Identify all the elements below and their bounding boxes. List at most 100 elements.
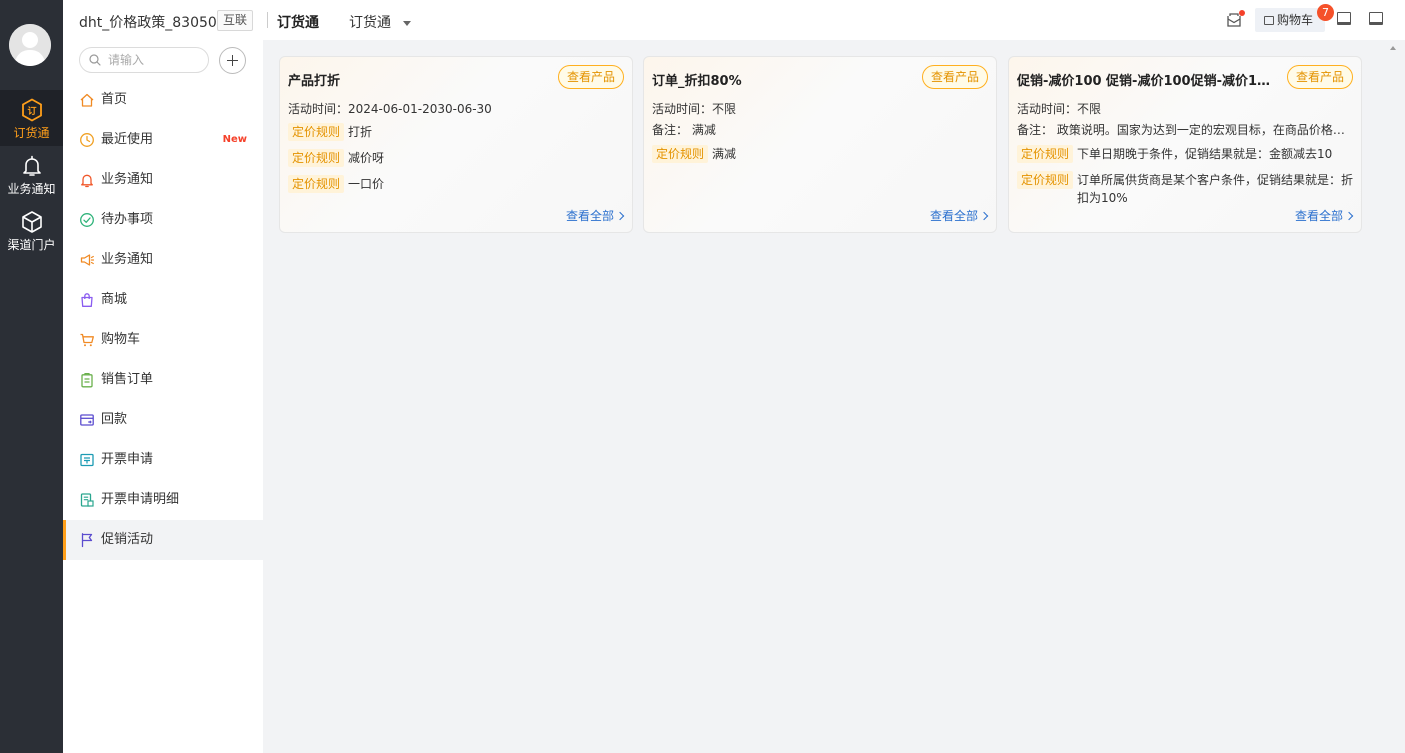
- view-all-link[interactable]: 查看全部: [565, 207, 625, 224]
- promotion-card[interactable]: 产品打折 查看产品 活动时间：2024-06-01-2030-06-30 定价规…: [279, 56, 633, 233]
- sidebar-item-cart[interactable]: 购物车: [63, 320, 263, 360]
- sidebar-item-announcement[interactable]: 业务通知: [63, 240, 263, 280]
- cart-button[interactable]: 购物车: [1255, 8, 1325, 32]
- rail-item-ding-huo-tong[interactable]: 订 订货通: [0, 90, 63, 146]
- menu-list: 首页 最近使用 New 业务通知 待办事项 业务通知 商城 购物车 销售订单 回…: [63, 80, 263, 560]
- sidebar-item-invoice-detail[interactable]: 开票申请明细: [63, 480, 263, 520]
- caret-down-icon: [403, 20, 411, 26]
- app-switcher-label: 订货通: [349, 15, 391, 31]
- check-circle-icon: [80, 213, 94, 227]
- app-switcher[interactable]: 订货通: [349, 12, 411, 32]
- activity-time: 活动时间：不限: [1017, 102, 1102, 116]
- view-all-link[interactable]: 查看全部: [929, 207, 989, 224]
- cube-icon: [21, 211, 42, 233]
- pricing-rule: 定价规则 订单所属供货商是某个客户条件，促销结果就是：折扣为10%: [1017, 171, 1353, 207]
- rule-text: 一口价: [348, 177, 385, 191]
- add-button[interactable]: [219, 47, 246, 74]
- search-box[interactable]: [79, 47, 209, 73]
- unread-dot: [1239, 10, 1245, 16]
- view-all-label: 查看全部: [929, 209, 978, 223]
- rule-text: 满减: [712, 147, 737, 161]
- rule-tag: 定价规则: [652, 145, 709, 163]
- clock-icon: [80, 133, 94, 147]
- pricing-rule: 定价规则 一口价: [288, 175, 628, 193]
- sidebar-item-promotion[interactable]: 促销活动: [63, 520, 263, 560]
- window-maximize-button[interactable]: [1369, 12, 1383, 25]
- bell-icon: [81, 174, 93, 188]
- pricing-rule: 定价规则 减价呀: [288, 149, 628, 167]
- megaphone-icon: [80, 254, 95, 266]
- sidebar: 首页 最近使用 New 业务通知 待办事项 业务通知 商城 购物车: [63, 40, 263, 753]
- main-content: 产品打折 查看产品 活动时间：2024-06-01-2030-06-30 定价规…: [263, 40, 1405, 753]
- view-all-label: 查看全部: [1294, 209, 1343, 223]
- promotion-card[interactable]: 订单_折扣80% 查看产品 活动时间：不限 备注： 满减 定价规则 满减 查看全部: [643, 56, 997, 233]
- sidebar-item-label: 开票申请: [101, 452, 154, 467]
- sidebar-item-label: 促销活动: [101, 532, 154, 547]
- rule-text: 减价呀: [348, 151, 385, 165]
- sidebar-item-payment[interactable]: 回款: [63, 400, 263, 440]
- message-icon[interactable]: [1225, 10, 1245, 29]
- pricing-rule: 定价规则 满减: [652, 145, 992, 163]
- sidebar-item-recent[interactable]: 最近使用 New: [63, 120, 263, 160]
- sidebar-item-label: 回款: [101, 412, 128, 427]
- promotion-card[interactable]: 促销-减价100 促销-减价100促销-减价100促销-减价100 查看产品 活…: [1008, 56, 1362, 233]
- view-products-button[interactable]: 查看产品: [921, 65, 988, 89]
- card-title: 促销-减价100 促销-减价100促销-减价100促销-减价100: [1017, 74, 1279, 89]
- user-silhouette-icon: [9, 24, 51, 66]
- rule-text: 打折: [348, 125, 373, 139]
- cart-icon: [80, 333, 94, 347]
- rule-text: 订单所属供货商是某个客户条件，促销结果就是：折扣为10%: [1077, 173, 1354, 205]
- chevron-right-icon: [979, 211, 989, 221]
- sidebar-item-label: 销售订单: [101, 372, 154, 387]
- cart-count-badge: 7: [1317, 4, 1334, 21]
- window-restore-button[interactable]: [1337, 12, 1351, 25]
- search-input[interactable]: [108, 51, 203, 69]
- app-rail: 订 订货通 业务通知 渠道门户: [0, 0, 63, 753]
- activity-time: 活动时间：2024-06-01-2030-06-30: [288, 102, 492, 116]
- view-products-button[interactable]: 查看产品: [557, 65, 624, 89]
- cart-button-label: 购物车: [1277, 13, 1314, 27]
- invoice-icon: [80, 453, 94, 467]
- rule-tag: 定价规则: [288, 149, 345, 167]
- view-products-button[interactable]: 查看产品: [1286, 65, 1353, 89]
- avatar[interactable]: [9, 24, 51, 66]
- sidebar-item-invoice-request[interactable]: 开票申请: [63, 440, 263, 480]
- cart-square-icon: [1264, 16, 1274, 25]
- sidebar-item-home[interactable]: 首页: [63, 80, 263, 120]
- home-icon: [80, 93, 94, 107]
- new-badge: New: [222, 134, 247, 145]
- sidebar-item-business-notice[interactable]: 业务通知: [63, 160, 263, 200]
- chevron-right-icon: [1344, 211, 1354, 221]
- app-title: 订货通: [277, 15, 319, 31]
- shopping-bag-icon: [81, 293, 93, 307]
- invoice-detail-icon: [80, 493, 94, 507]
- rail-item-channel-portal[interactable]: 渠道门户: [0, 202, 63, 258]
- sidebar-item-label: 待办事项: [101, 212, 154, 227]
- search-icon: [89, 54, 101, 66]
- rail-item-notifications[interactable]: 业务通知: [0, 146, 63, 202]
- sidebar-item-mall[interactable]: 商城: [63, 280, 263, 320]
- bell-icon: [22, 155, 41, 176]
- chevron-right-icon: [615, 211, 625, 221]
- sidebar-item-label: 商城: [101, 292, 128, 307]
- sidebar-item-label: 业务通知: [101, 172, 154, 187]
- sidebar-item-todo[interactable]: 待办事项: [63, 200, 263, 240]
- sidebar-item-label: 首页: [101, 92, 128, 107]
- sidebar-item-sales-order[interactable]: 销售订单: [63, 360, 263, 400]
- view-all-link[interactable]: 查看全部: [1294, 207, 1354, 224]
- view-all-label: 查看全部: [565, 209, 614, 223]
- clipboard-icon: [81, 373, 93, 388]
- sidebar-item-label: 开票申请明细: [101, 492, 180, 507]
- remark: 备注： 满减: [652, 123, 716, 137]
- pricing-rule: 定价规则 下单日期晚于条件，促销结果就是：金额减去10: [1017, 145, 1357, 163]
- card-title: 订单_折扣80%: [652, 74, 742, 89]
- divider: [267, 12, 268, 28]
- activity-time: 活动时间：不限: [652, 102, 737, 116]
- remark: 备注： 政策说明。国家为达到一定的宏观目标，在商品价格方面制定的政策: [1017, 123, 1345, 137]
- rule-tag: 定价规则: [288, 175, 345, 193]
- rule-text: 下单日期晚于条件，促销结果就是：金额减去10: [1077, 147, 1333, 161]
- svg-text:订: 订: [27, 105, 36, 117]
- sidebar-item-label: 业务通知: [101, 252, 154, 267]
- scroll-up-arrow-icon[interactable]: [1390, 46, 1396, 50]
- company-name: dht_价格政策_83050: [79, 15, 217, 31]
